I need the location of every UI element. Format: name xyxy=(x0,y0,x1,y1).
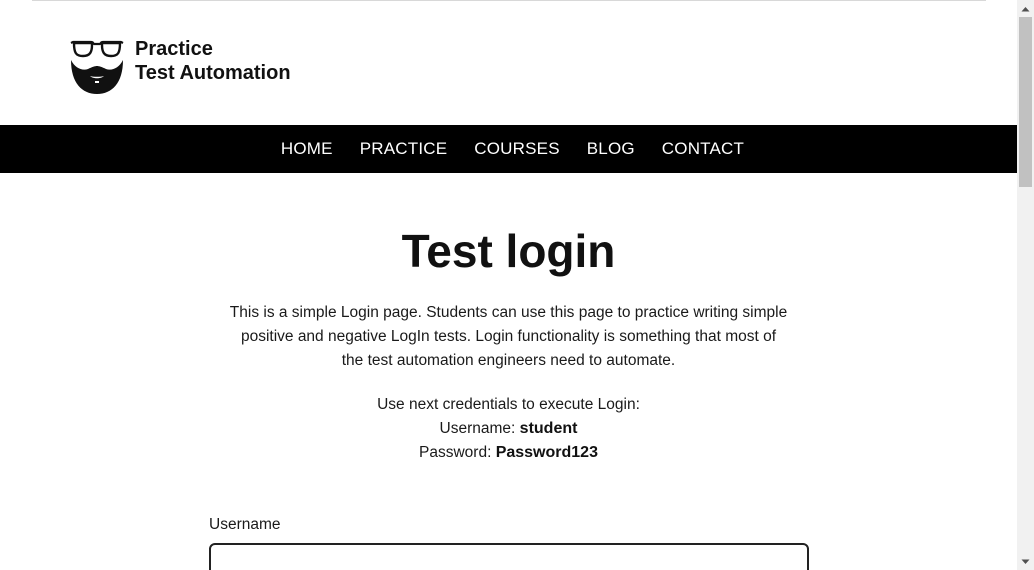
page: Practice Test Automation HOME PRACTICE C… xyxy=(0,0,1034,570)
scroll-up-arrow-icon[interactable] xyxy=(1017,0,1034,17)
nav-list: HOME PRACTICE COURSES BLOG CONTACT xyxy=(267,139,757,159)
logo-text: Practice Test Automation xyxy=(135,37,291,85)
glasses-beard-logo-icon xyxy=(70,40,124,94)
nav-item-contact[interactable]: CONTACT xyxy=(662,139,744,158)
intro-paragraph: This is a simple Login page. Students ca… xyxy=(225,301,792,373)
credentials-username-label: Username: xyxy=(439,420,520,437)
intro-line: the test automation engineers need to au… xyxy=(341,352,676,369)
credentials-username-value: student xyxy=(519,420,578,437)
nav-item-home[interactable]: HOME xyxy=(281,139,333,158)
credentials-block: Use next credentials to execute Login: U… xyxy=(0,393,1017,465)
nav-item-courses[interactable]: COURSES xyxy=(474,139,559,158)
main-navigation: HOME PRACTICE COURSES BLOG CONTACT xyxy=(0,125,1017,173)
credentials-username-row: Username: student xyxy=(0,417,1017,441)
nav-item-practice[interactable]: PRACTICE xyxy=(360,139,448,158)
nav-item-blog[interactable]: BLOG xyxy=(587,139,635,158)
site-logo-link[interactable]: Practice Test Automation xyxy=(70,38,291,96)
credentials-password-row: Password: Password123 xyxy=(0,441,1017,465)
scrollbar-thumb[interactable] xyxy=(1019,17,1032,187)
logo-line-practice: Practice xyxy=(135,38,213,60)
vertical-scrollbar[interactable] xyxy=(1017,0,1034,570)
credentials-password-value: Password123 xyxy=(495,444,598,461)
credentials-password-label: Password: xyxy=(419,444,496,461)
username-input[interactable] xyxy=(209,543,809,570)
scroll-down-arrow-icon[interactable] xyxy=(1017,553,1034,570)
username-field-label: Username xyxy=(209,516,281,533)
top-divider xyxy=(32,0,986,1)
page-title: Test login xyxy=(401,225,616,277)
credentials-intro: Use next credentials to execute Login: xyxy=(377,396,640,413)
intro-line: This is a simple Login page. Students ca… xyxy=(229,304,788,321)
intro-line: positive and negative LogIn tests. Login… xyxy=(240,328,777,345)
logo-line-test-automation: Test Automation xyxy=(135,62,291,84)
